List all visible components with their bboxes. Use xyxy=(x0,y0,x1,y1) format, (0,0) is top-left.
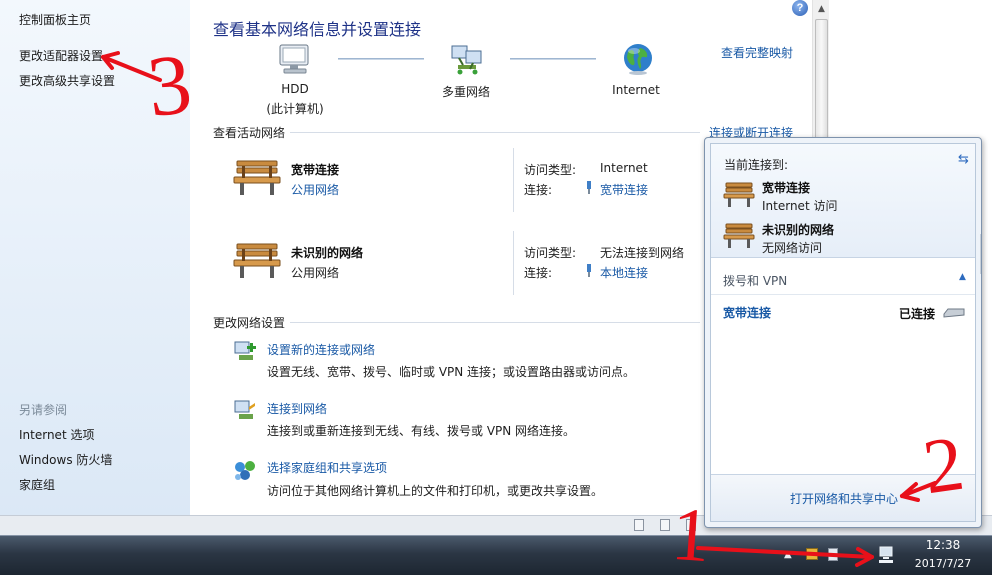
annotation-number-3: 3 xyxy=(143,35,196,135)
annotation-number-1: 1 xyxy=(669,491,713,575)
annotation-arrow xyxy=(696,546,874,559)
